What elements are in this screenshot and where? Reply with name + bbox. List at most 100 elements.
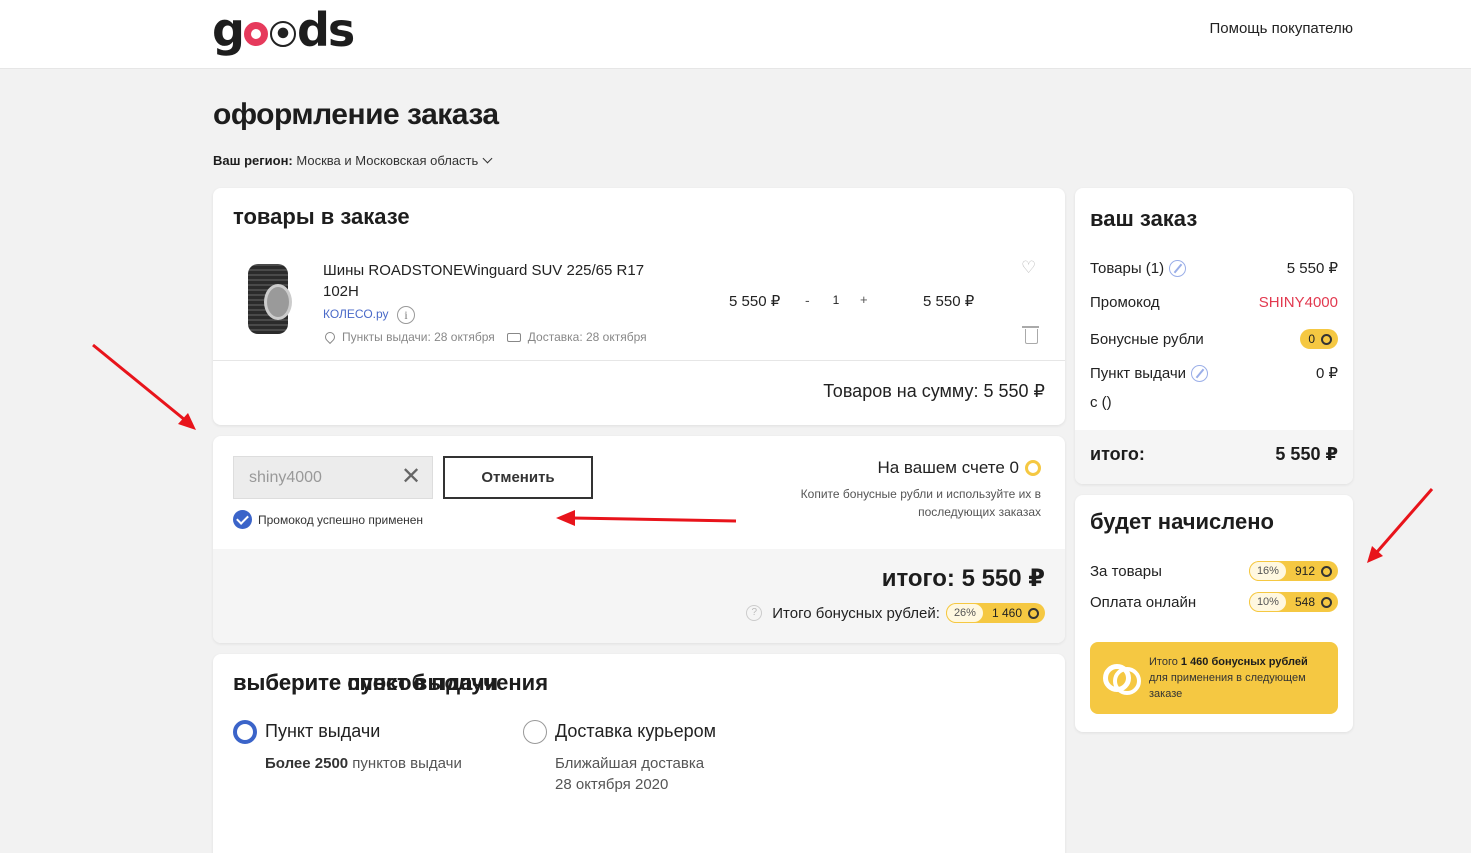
check-icon [233,510,252,529]
accrual-row-goods: За товары 16% 912 [1090,561,1338,581]
summary-row-goods: Товары (1) 5 550 ₽ [1090,259,1338,277]
clear-icon[interactable]: ✕ [401,465,421,489]
banner-prefix: Итого [1149,656,1178,668]
summary-pickup-label: Пункт выдачи [1090,364,1187,382]
qty-increase-button[interactable]: + [860,292,868,307]
product-image[interactable] [248,264,292,334]
delivery-method-card: выберите способ получения Пункт выдачи Б… [213,654,1065,853]
order-items-card: товары в заказе Шины ROADSTONEWinguard S… [213,188,1065,425]
pickup-option-label[interactable]: Пункт выдачи [265,721,380,742]
order-items-title: товары в заказе [233,204,410,229]
cancel-promo-button[interactable]: Отменить [443,456,593,499]
bonus-accrual-title: будет начислено [1090,509,1274,534]
qty-input[interactable]: 1 [823,288,849,312]
account-balance-text: На вашем счете 0 [877,458,1019,477]
summary-extra-label: с () [1090,394,1112,411]
pickup-radio[interactable] [233,720,257,744]
annotation-arrowhead [178,413,196,430]
accrual-online-label: Оплата онлайн [1090,593,1197,611]
order-summary-title: ваш заказ [1090,206,1198,231]
grand-total-value: 5 550 ₽ [961,565,1045,592]
summary-total-value: 5 550 ₽ [1275,444,1338,464]
coin-icon [1103,664,1141,695]
coin-icon [1321,333,1332,345]
pickup-date: Пункты выдачи: 28 октября [342,330,495,344]
summary-bonus-badge: 0 [1300,329,1338,349]
summary-goods-value: 5 550 ₽ [1286,260,1338,277]
grand-total-label: итого: [881,565,955,592]
delivery-date: Доставка: 28 октября [527,330,647,344]
goods-sum-label: Товаров на сумму: [823,381,979,401]
bonus-total-badge: 26% 1 460 [945,603,1045,623]
heart-icon[interactable]: ♡ [1021,258,1036,278]
accrual-online-pct: 10% [1248,592,1287,612]
page-title: оформление заказа [213,98,499,131]
trash-icon[interactable] [1022,326,1039,344]
summary-row-pickup: Пункт выдачи 0 ₽ [1090,364,1338,382]
seller-link[interactable]: КОЛЕСО.ру [323,307,389,321]
bonus-total-label: Итого бонусных рублей: [772,604,940,622]
order-summary-card: ваш заказ Товары (1) 5 550 ₽ Промокод SH… [1075,188,1353,484]
accrual-goods-label: За товары [1090,562,1162,580]
summary-bonus-label: Бонусные рубли [1090,330,1204,348]
summary-goods-label: Товары (1) [1090,259,1165,277]
accrual-goods-value: 912 [1294,564,1315,578]
grand-total: итого: 5 550 ₽ [882,564,1045,593]
unit-price: 5 550 ₽ [729,293,781,310]
pickup-count: Более 2500 [265,755,349,772]
courier-option-sub: Ближайшая доставка 28 октября 2020 [555,753,704,795]
delivery-dates: Пункты выдачи: 28 октября Доставка: 28 о… [322,329,647,345]
divider [213,360,1065,361]
coin-icon [1321,596,1332,608]
info-icon[interactable]: i [397,306,415,324]
account-hint: Копите бонусные рубли и используйте их в… [800,487,1041,519]
goods-logo[interactable]: g ds [212,2,355,58]
accrual-row-online: Оплата онлайн 10% 548 [1090,592,1338,612]
accrual-online-value: 548 [1294,595,1315,609]
truck-icon [506,332,521,342]
product-name[interactable]: Шины ROADSTONEWinguard SUV 225/65 R17 10… [323,260,663,302]
summary-row-bonus: Бонусные рубли 0 [1090,329,1338,349]
edit-icon[interactable] [1169,259,1187,277]
coin-icon [1028,607,1039,619]
summary-total: итого: 5 550 ₽ [1090,444,1338,465]
promo-success-message: Промокод успешно применен [233,510,423,529]
help-link[interactable]: Помощь покупателю [1210,20,1353,37]
bonus-total-pct: 26% [945,603,984,623]
site-header: g ds Помощь покупателю [0,0,1471,69]
item-total-price: 5 550 ₽ [923,293,975,310]
bonus-accrual-card: будет начислено За товары 16% 912 Оплата… [1075,495,1353,732]
summary-bonus-value: 0 [1308,332,1315,346]
accrual-goods-pct: 16% [1248,561,1287,581]
courier-option-label[interactable]: Доставка курьером [555,721,716,742]
edit-icon[interactable] [1191,364,1209,382]
summary-row-promo: Промокод SHINY4000 [1090,294,1338,311]
accrual-online-badge: 10% 548 [1248,592,1338,612]
question-icon[interactable]: ? [746,605,763,621]
banner-suffix: для применения в следующем заказе [1149,672,1306,700]
accrual-goods-badge: 16% 912 [1248,561,1338,581]
courier-sub-line1: Ближайшая доставка [555,755,705,772]
bonus-banner: Итого 1 460 бонусных рублей для применен… [1090,642,1338,714]
summary-row-extra: с () [1090,394,1338,411]
account-balance: На вашем счете 0 [877,458,1041,478]
promo-card: shiny4000 ✕ Отменить Промокод успешно пр… [213,436,1065,643]
goods-sum-value: 5 550 ₽ [983,381,1046,401]
bonus-banner-text: Итого 1 460 бонусных рублей для применен… [1149,654,1329,702]
coin-icon [1025,460,1041,476]
summary-total-label: итого: [1090,444,1145,464]
region-selector[interactable]: Ваш регион: Москва и Московская область [213,153,493,168]
annotation-arrow-promo-left [92,343,186,422]
chevron-down-icon [482,153,493,164]
courier-radio[interactable] [523,720,547,744]
region-label: Ваш регион: [213,153,293,168]
pickup-option-sub: Более 2500 пунктов выдачи [265,753,462,774]
summary-promo-value: SHINY4000 [1258,294,1338,311]
coin-icon [1321,565,1332,577]
annotation-arrowhead [1367,546,1383,563]
promo-success-text: Промокод успешно применен [258,512,424,527]
bonus-total-value: 1 460 [991,606,1022,620]
summary-pickup-value: 0 ₽ [1315,365,1338,382]
qty-decrease-button[interactable]: - [805,292,810,308]
pickup-count-suffix: пунктов выдачи [352,755,462,772]
